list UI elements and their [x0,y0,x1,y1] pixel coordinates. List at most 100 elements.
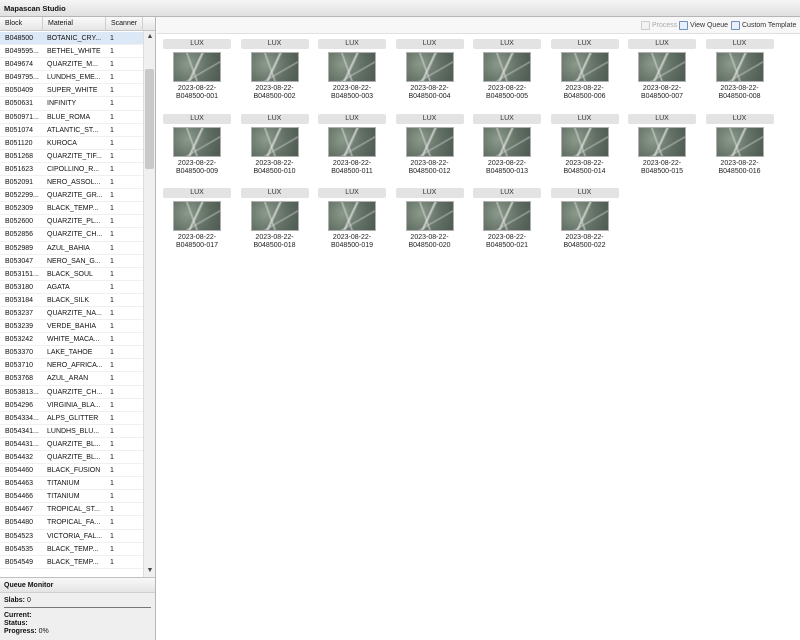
table-row[interactable]: B053768 AZUL_ARAN 1 [0,372,143,386]
slab-thumbnail[interactable] [173,126,221,157]
table-row[interactable]: B050631 INFINITY 1 [0,97,143,111]
table-row[interactable]: B051120 KUROCA 1 [0,137,143,150]
slab-thumbnail[interactable] [405,126,454,157]
table-row[interactable]: B054432 QUARZITE_BL... 1 [0,451,143,465]
slab-tile[interactable]: LUX 2023-08-22- B048500-011 [318,113,386,182]
slab-thumbnail[interactable] [328,126,376,157]
table-row[interactable]: B053047 NERO_SAN_G... 1 [0,255,143,268]
slab-tile[interactable]: LUX 2023-08-22- B048500-022 [550,188,619,256]
table-row[interactable]: B054466 TITANIUM 1 [0,490,143,504]
table-row[interactable]: B053237 QUARZITE_NA... 1 [0,307,143,321]
slab-tile[interactable]: LUX 2023-08-22- B048500-020 [395,188,464,256]
slab-tile[interactable]: LUX 2023-08-22- B048500-008 [705,39,774,107]
table-row[interactable]: B049674 QUARZITE_M... 1 [0,58,143,72]
slab-thumbnail[interactable] [560,201,609,231]
slab-thumbnail[interactable] [173,201,221,231]
table-row[interactable]: B053184 BLACK_SILK 1 [0,294,143,307]
slab-tile[interactable]: LUX 2023-08-22- B048500-007 [628,39,696,107]
table-row[interactable]: B054463 TITANIUM 1 [0,477,143,491]
slab-thumbnail[interactable] [715,52,764,82]
table-row[interactable]: B053151... BLACK_SOUL 1 [0,268,143,281]
table-row[interactable]: B054431... QUARZITE_BL... 1 [0,438,143,451]
table-row[interactable]: B053242 WHITE_MACA... 1 [0,333,143,347]
slab-tile[interactable]: LUX 2023-08-22- B048500-018 [240,188,309,256]
table-row[interactable]: B053813... QUARZITE_CH... 1 [0,386,143,399]
table-row[interactable]: B054480 TROPICAL_FA... 1 [0,516,143,530]
slab-tile[interactable]: LUX 2023-08-22- B048500-006 [550,39,619,107]
slab-thumbnail[interactable] [328,52,376,82]
slab-tile[interactable]: LUX 2023-08-22- B048500-004 [395,39,464,107]
table-row[interactable]: B049795... LUNDHS_EME... 1 [0,71,143,85]
slab-thumbnail[interactable] [405,201,454,231]
slab-tile[interactable]: LUX 2023-08-22- B048500-009 [163,113,231,182]
table-row[interactable]: B053370 LAKE_TAHOE 1 [0,346,143,360]
table-row[interactable]: B053239 VERDE_BAHIA 1 [0,320,143,334]
slab-thumbnail[interactable] [405,52,454,82]
slab-thumbnail[interactable] [173,52,221,82]
slab-thumbnail[interactable] [715,126,764,157]
table-row[interactable]: B050409 SUPER_WHITE 1 [0,84,143,98]
table-row[interactable]: B052309 BLACK_TEMP... 1 [0,202,143,216]
process-button[interactable]: Process [641,20,677,31]
table-row[interactable]: B052299... QUARZITE_GR... 1 [0,189,143,203]
slab-tile[interactable]: LUX 2023-08-22- B048500-014 [550,113,619,182]
cell-scanner: 1 [110,205,114,213]
slab-thumbnail[interactable] [483,126,531,157]
table-row[interactable]: B054341... LUNDHS_BLU... 1 [0,425,143,438]
table-row[interactable]: B048500 BOTANIC_CRY... 1 [0,32,143,46]
cell-material: TROPICAL_ST... [47,506,100,514]
column-header-scanner[interactable]: Scanner [106,17,143,31]
table-row[interactable]: B050971... BLUE_ROMA 1 [0,111,143,124]
column-header-material[interactable]: Material [43,17,106,31]
table-row[interactable]: B051268 QUARZITE_TIF... 1 [0,150,143,163]
slab-tile[interactable]: LUX 2023-08-22- B048500-001 [163,39,231,107]
slab-thumbnail[interactable] [483,201,531,231]
table-row[interactable]: B052091 NERO_ASSOL... 1 [0,176,143,190]
table-row[interactable]: B054535 BLACK_TEMP... 1 [0,543,143,556]
column-header-block[interactable]: Block [0,17,43,31]
slab-tile[interactable]: LUX 2023-08-22- B048500-005 [473,39,541,107]
slab-tile[interactable]: LUX 2023-08-22- B048500-016 [705,113,774,182]
scroll-down-icon[interactable]: ▼ [144,565,155,577]
table-row[interactable]: B054334... ALPS_GLITTER 1 [0,412,143,425]
table-row[interactable]: B054549 BLACK_TEMP... 1 [0,556,143,569]
cell-block: B053813... [5,388,39,396]
scroll-up-icon[interactable]: ▲ [144,31,155,43]
scrollbar-thumb[interactable] [145,69,154,169]
cell-material: LAKE_TAHOE [47,349,93,357]
table-row[interactable]: B051074 ATLANTIC_ST... 1 [0,124,143,137]
slab-tile[interactable]: LUX 2023-08-22- B048500-010 [240,113,309,182]
slab-thumbnail[interactable] [483,52,531,82]
slab-thumbnail[interactable] [560,52,609,82]
slab-thumbnail[interactable] [638,52,686,82]
table-row[interactable]: B054296 VIRGINIA_BLA... 1 [0,399,143,412]
slab-tile[interactable]: LUX 2023-08-22- B048500-013 [473,113,541,182]
table-row[interactable]: B052600 QUARZITE_PL... 1 [0,215,143,229]
slab-tile[interactable]: LUX 2023-08-22- B048500-015 [628,113,696,182]
table-row[interactable]: B052989 AZUL_BAHIA 1 [0,242,143,255]
slab-tile[interactable]: LUX 2023-08-22- B048500-002 [240,39,309,107]
slab-thumbnail[interactable] [638,126,686,157]
custom-template-button[interactable]: Custom Template [731,20,796,31]
slab-thumbnail[interactable] [250,201,299,231]
slab-tile[interactable]: LUX 2023-08-22- B048500-019 [318,188,386,256]
view-queue-button[interactable]: View Queue [679,20,728,31]
table-row[interactable]: B053180 AGATA 1 [0,281,143,294]
slab-thumbnail[interactable] [250,126,299,157]
table-row[interactable]: B054467 TROPICAL_ST... 1 [0,503,143,517]
slab-tile[interactable]: LUX 2023-08-22- B048500-021 [473,188,541,256]
slab-tile[interactable]: LUX 2023-08-22- B048500-003 [318,39,386,107]
grid-scrollbar[interactable]: ▲ ▼ [143,31,155,577]
table-row[interactable]: B054460 BLACK_FUSION 1 [0,464,143,478]
table-row[interactable]: B051623 CIPOLLINO_R... 1 [0,163,143,177]
table-row[interactable]: B053710 NERO_AFRICA... 1 [0,359,143,373]
slab-id: B048500-020 [408,242,451,249]
slab-tile[interactable]: LUX 2023-08-22- B048500-012 [395,113,464,182]
slab-thumbnail[interactable] [328,201,376,231]
table-row[interactable]: B054523 VICTORIA_FAL... 1 [0,530,143,543]
slab-thumbnail[interactable] [560,126,609,157]
slab-tile[interactable]: LUX 2023-08-22- B048500-017 [163,188,231,256]
slab-thumbnail[interactable] [250,52,299,82]
table-row[interactable]: B049595... BETHEL_WHITE 1 [0,45,143,59]
table-row[interactable]: B052856 QUARZITE_CH... 1 [0,228,143,242]
